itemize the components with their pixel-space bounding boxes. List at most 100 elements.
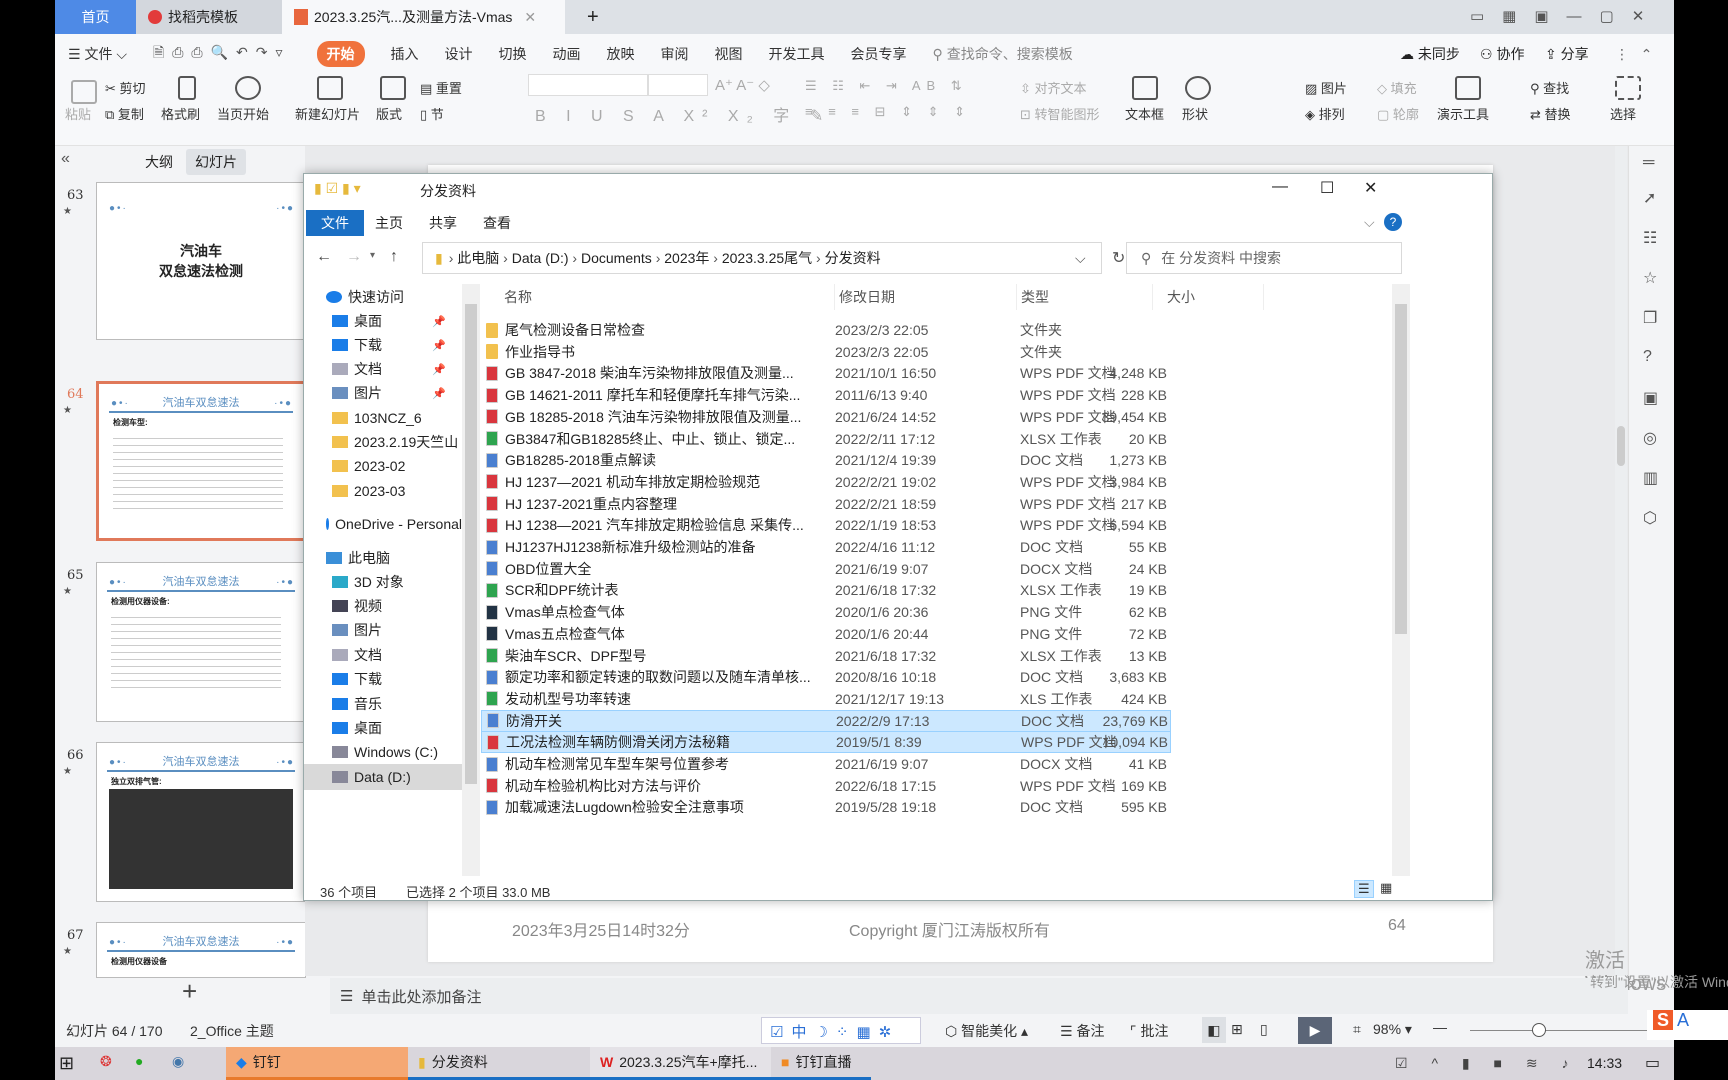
file-row[interactable]: GB 14621-2011 摩托车和轻便摩托车排气污染... 2011/6/13… (481, 384, 1171, 406)
sorter-view-icon[interactable]: ⊞ (1231, 1021, 1243, 1038)
normal-view-icon[interactable]: ◧ (1202, 1017, 1226, 1043)
breadcrumb-item[interactable]: 此电脑 (457, 250, 499, 266)
format-painter-icon[interactable] (178, 76, 196, 100)
breadcrumb-item[interactable]: Data (D:) (512, 250, 569, 266)
nav-item[interactable]: 2023-03 (304, 478, 462, 504)
zoom-out-button[interactable]: — (1433, 1019, 1447, 1035)
presenter-tools-icon[interactable] (1455, 76, 1481, 100)
nav-item[interactable]: 此电脑 (304, 545, 462, 571)
file-row[interactable]: 额定功率和额定转速的取数问题以及随车清单核... 2020/8/16 10:18… (481, 666, 1171, 688)
file-row[interactable]: Vmas五点检查气体 2020/1/6 20:44 PNG 文件 72 KB (481, 623, 1171, 645)
file-row[interactable]: 尾气检测设备日常检查 2023/2/3 22:05 文件夹 (481, 319, 1171, 341)
file-row[interactable]: 机动车检测常见车型车架号位置参考 2021/6/19 9:07 DOCX 文档 … (481, 753, 1171, 775)
format-painter-button[interactable]: 格式刷 (161, 104, 200, 123)
tab-home[interactable]: 首页 (55, 0, 136, 34)
cut-button[interactable]: ✂ 剪切 (105, 78, 146, 97)
book-icon[interactable]: ▥ (1643, 468, 1658, 488)
column-date[interactable]: 修改日期 (834, 284, 895, 310)
cube-icon[interactable]: ⬡ (1643, 508, 1657, 528)
collapse-icon[interactable]: ═ (1643, 154, 1654, 172)
close-button[interactable]: ✕ (1364, 178, 1377, 198)
nav-item[interactable]: OneDrive - Personal (304, 511, 462, 537)
recent-dropdown[interactable]: ▾ (370, 250, 375, 261)
zoom-slider[interactable] (1470, 1023, 1650, 1037)
menu-animation[interactable]: 动画 (553, 44, 581, 64)
file-row[interactable]: 防滑开关 2022/2/9 17:13 DOC 文档 23,769 KB (481, 709, 1171, 732)
tab-outline[interactable]: 大纲 (145, 152, 173, 172)
zoom-slider-thumb[interactable] (1532, 1023, 1546, 1037)
align-buttons[interactable]: ≡ ≡ ≡ ⊟ ⇕ ⇕ ⇕ (805, 104, 971, 120)
tab-view[interactable]: 查看 (468, 210, 526, 236)
quick-access-toolbar[interactable]: 🗎⎙⎙🔍↶↷▿ (153, 42, 291, 66)
file-row[interactable]: 加载减速法Lugdown检验安全注意事项 2019/5/28 19:18 DOC… (481, 796, 1171, 818)
nav-item[interactable]: 文档 (304, 642, 462, 668)
nav-item[interactable]: 快速访问 (304, 284, 462, 310)
collab-button[interactable]: ⚇ 协作 (1480, 44, 1524, 64)
menu-review[interactable]: 审阅 (661, 44, 689, 64)
copy-button[interactable]: ⧉ 复制 (105, 104, 144, 123)
comments-button[interactable]: ⌜ 批注 (1130, 1021, 1168, 1041)
help-icon[interactable]: ? (1384, 213, 1402, 231)
nav-item[interactable]: 桌面 (304, 715, 462, 741)
menu-developer[interactable]: 开发工具 (769, 44, 825, 64)
file-row[interactable]: GB 3847-2018 柴油车污染物排放限值及测量... 2021/10/1 … (481, 362, 1171, 384)
nav-item[interactable]: 桌面 📌 (304, 308, 462, 334)
tab-docer-templates[interactable]: 找稻壳模板 (136, 0, 282, 34)
replace-button[interactable]: ⇄ 替换 (1530, 104, 1571, 123)
tab-home[interactable]: 主页 (360, 210, 418, 236)
font-size-select[interactable] (648, 74, 708, 96)
menu-design[interactable]: 设计 (445, 44, 473, 64)
forward-button[interactable]: → (346, 248, 362, 266)
new-tab-button[interactable]: + (575, 0, 611, 34)
breadcrumb-item[interactable]: 2023年 (664, 250, 709, 266)
menu-insert[interactable]: 插入 (391, 44, 419, 64)
file-row[interactable]: GB3847和GB18285终止、中止、锁止、锁定... 2022/2/11 1… (481, 428, 1171, 450)
notification-icon[interactable]: ▭ (1645, 1053, 1660, 1073)
expand-ribbon-icon[interactable]: ⌵ (1364, 214, 1375, 231)
notes-area[interactable]: ☰ 单击此处添加备注 (330, 978, 1628, 1014)
notes-button[interactable]: ☰ 备注 (1060, 1021, 1104, 1041)
outline-button[interactable]: ▢ 轮廓 (1377, 104, 1419, 123)
address-dropdown[interactable]: ⌵ (1075, 250, 1086, 267)
breadcrumb-item[interactable]: 2023.3.25尾气 (722, 250, 812, 266)
zoom-select[interactable]: 98% ▾ (1373, 1021, 1412, 1038)
file-row[interactable]: GB18285-2018重点解读 2021/12/4 19:39 DOC 文档 … (481, 449, 1171, 471)
thumbnail-view-icon[interactable]: ▦ (1380, 880, 1392, 896)
paste-button[interactable]: 粘贴 (65, 104, 91, 123)
menu-transition[interactable]: 切换 (499, 44, 527, 64)
nav-item[interactable]: 图片 📌 (304, 380, 462, 406)
maximize-button[interactable]: ☐ (1320, 178, 1334, 198)
details-view-icon[interactable]: ☰ (1354, 880, 1374, 898)
menu-member[interactable]: 会员专享 (851, 44, 907, 64)
back-button[interactable]: ← (316, 248, 332, 266)
slide-thumbnail[interactable]: ●•· ·•● 汽油车双怠速法 检测用仪器设备 (96, 922, 306, 978)
refresh-button[interactable]: ↻ (1112, 248, 1125, 268)
address-bar[interactable]: ▮ › 此电脑 › Data (D:) › Documents › 2023年 … (422, 242, 1102, 274)
file-row[interactable]: 工况法检测车辆防侧滑关闭方法秘籍 2019/5/1 8:39 WPS PDF 文… (481, 731, 1171, 754)
taskbar-wps[interactable]: W 2023.3.25汽车+摩托... (590, 1047, 771, 1080)
file-row[interactable]: 发动机型号功率转速 2021/12/17 19:13 XLS 工作表 424 K… (481, 688, 1171, 710)
nav-item[interactable]: 音乐 (304, 691, 462, 717)
slide-thumbnail[interactable]: ●•· ·•● 汽油车 双怠速法检测 (96, 182, 306, 340)
app-icon[interactable]: ❂ (100, 1053, 112, 1070)
section-button[interactable]: ▯ 节 (420, 104, 444, 123)
menu-slideshow[interactable]: 放映 (607, 44, 635, 64)
start-button[interactable]: ⊞ (59, 1053, 74, 1074)
fill-button[interactable]: ◇ 填充 (1377, 78, 1417, 97)
nav-item[interactable]: Windows (C:) (304, 739, 462, 765)
menu-home[interactable]: 开始 (316, 41, 365, 67)
slide-thumbnail[interactable]: ●•· ·•● 汽油车双怠速法 独立双排气管: (96, 742, 306, 902)
file-row[interactable]: SCR和DPF统计表 2021/6/18 17:32 XLSX 工作表 19 K… (481, 579, 1171, 601)
tab-file[interactable]: 文件 (306, 210, 364, 236)
play-slideshow-button[interactable]: ▶ (1298, 1017, 1332, 1044)
shape-button[interactable]: 形状 (1182, 104, 1208, 123)
browser-icon[interactable]: ◉ (172, 1053, 184, 1070)
file-row[interactable]: OBD位置大全 2021/6/19 9:07 DOCX 文档 24 KB (481, 558, 1171, 580)
textbox-icon[interactable] (1132, 76, 1158, 100)
file-row[interactable]: 柴油车SCR、DPF型号 2021/6/18 17:32 XLSX 工作表 13… (481, 645, 1171, 667)
close-icon[interactable]: ✕ (524, 9, 536, 26)
file-row[interactable]: HJ 1238—2021 汽车排放定期检验信息 采集传... 2022/1/19… (481, 514, 1171, 536)
canvas-scrollbar[interactable] (1615, 146, 1627, 976)
nav-item[interactable]: 文档 📌 (304, 356, 462, 382)
sliders-icon[interactable]: ☷ (1643, 228, 1657, 248)
